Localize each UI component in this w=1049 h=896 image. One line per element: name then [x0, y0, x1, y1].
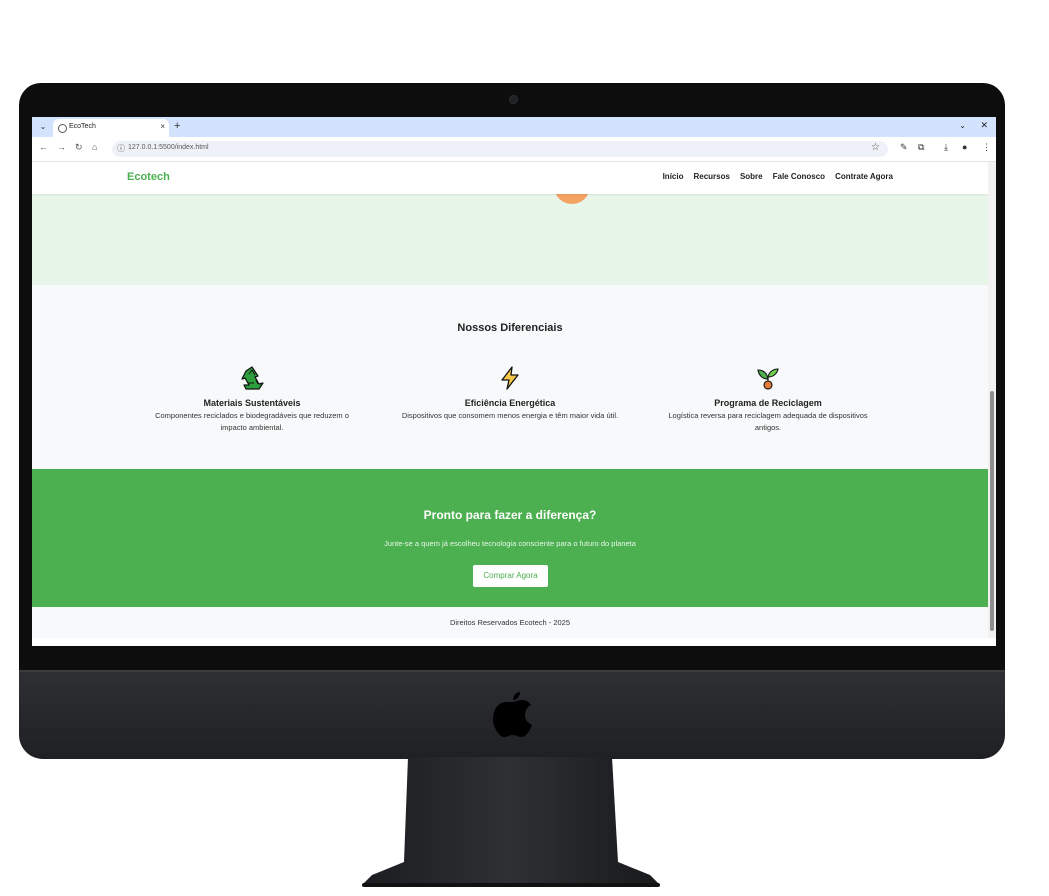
imac-stand	[362, 757, 660, 887]
site-logo[interactable]: Ecotech	[127, 171, 170, 183]
recycle-icon	[241, 366, 264, 390]
site-header: Ecotech Início Recursos Sobre Fale Conos…	[32, 162, 988, 194]
browser-toolbar: ← → ↻ ⌂ ⓘ 127.0.0.1:5500/index.html ☆ ✎ …	[32, 137, 996, 162]
feature-description: Logística reversa para reciclagem adequa…	[668, 411, 868, 432]
nav-link-contrate-agora[interactable]: Contrate Agora	[835, 172, 893, 181]
feature-card: Eficiência Energética Dispositivos que c…	[400, 365, 620, 422]
back-icon[interactable]: ←	[39, 142, 48, 152]
feature-description: Dispositivos que consomem menos energia …	[401, 411, 619, 420]
page-scrollbar[interactable]	[988, 162, 996, 638]
nav-link-recursos[interactable]: Recursos	[693, 172, 729, 181]
feature-description: Componentes reciclados e biodegradáveis …	[155, 411, 349, 432]
features-section: Nossos Diferenciais Materiais Sustentáve…	[32, 285, 988, 469]
favicon-icon	[58, 124, 67, 133]
new-tab-button[interactable]: +	[174, 120, 180, 132]
home-icon[interactable]: ⌂	[92, 142, 97, 152]
forward-icon[interactable]: →	[57, 142, 66, 152]
nav-link-inicio[interactable]: Início	[663, 172, 684, 181]
tab-search-chevron-icon[interactable]: ⌄	[36, 121, 50, 133]
feature-title: Programa de Reciclagem	[714, 398, 822, 408]
site-footer: Direitos Reservados Ecotech - 2025	[32, 607, 988, 638]
browser-window: ⌄ EcoTech × + ⌄ ✕ ← → ↻ ⌂ ⓘ 127.0.0.1:55…	[32, 117, 996, 646]
cta-title: Pronto para fazer a diferença?	[423, 508, 597, 522]
nav-link-sobre[interactable]: Sobre	[740, 172, 763, 181]
address-url[interactable]: 127.0.0.1:5500/index.html	[128, 144, 209, 151]
address-bar[interactable]: ⓘ 127.0.0.1:5500/index.html ☆	[112, 141, 888, 157]
site-info-icon[interactable]: ⓘ	[117, 143, 125, 154]
menu-kebab-icon[interactable]: ⋮	[982, 142, 991, 153]
footer-copyright: Direitos Reservados Ecotech - 2025	[449, 618, 571, 627]
scrollbar-thumb[interactable]	[990, 391, 994, 631]
cta-text: Junte-se a quem já escolheu tecnologia c…	[384, 539, 636, 548]
page-viewport: Ecotech Início Recursos Sobre Fale Conos…	[32, 162, 988, 638]
feature-title: Materiais Sustentáveis	[203, 398, 301, 408]
tab-close-icon[interactable]: ×	[160, 122, 165, 131]
download-icon[interactable]: ⤓	[944, 142, 948, 153]
buy-now-button[interactable]: Comprar Agora	[473, 565, 548, 587]
apple-logo-icon	[493, 692, 532, 737]
feature-card: Materiais Sustentáveis Componentes recic…	[142, 365, 362, 434]
features-title: Nossos Diferenciais	[457, 322, 563, 334]
hero-section	[32, 184, 988, 285]
window-minimize-icon[interactable]: ⌄	[959, 121, 966, 130]
bookmark-star-icon[interactable]: ☆	[871, 142, 880, 153]
pen-extension-icon[interactable]: ✎	[900, 142, 908, 153]
lightning-icon	[501, 366, 519, 390]
profile-avatar-icon[interactable]: ●	[962, 142, 967, 152]
nav-link-fale-conosco[interactable]: Fale Conosco	[773, 172, 825, 181]
tab-bar: ⌄ EcoTech × + ⌄ ✕	[32, 117, 996, 137]
main-nav: Início Recursos Sobre Fale Conosco Contr…	[663, 172, 893, 181]
reload-icon[interactable]: ↻	[75, 142, 83, 153]
extensions-icon[interactable]: ⧉	[918, 142, 924, 153]
camera-icon	[509, 95, 518, 104]
browser-tab[interactable]: EcoTech ×	[53, 119, 169, 137]
cta-section: Pronto para fazer a diferença? Junte-se …	[32, 469, 988, 607]
window-close-icon[interactable]: ✕	[980, 120, 988, 131]
sprout-icon	[757, 368, 779, 390]
feature-title: Eficiência Energética	[464, 398, 556, 408]
tab-title: EcoTech	[69, 123, 96, 130]
feature-card: Programa de Reciclagem Logística reversa…	[658, 365, 878, 434]
